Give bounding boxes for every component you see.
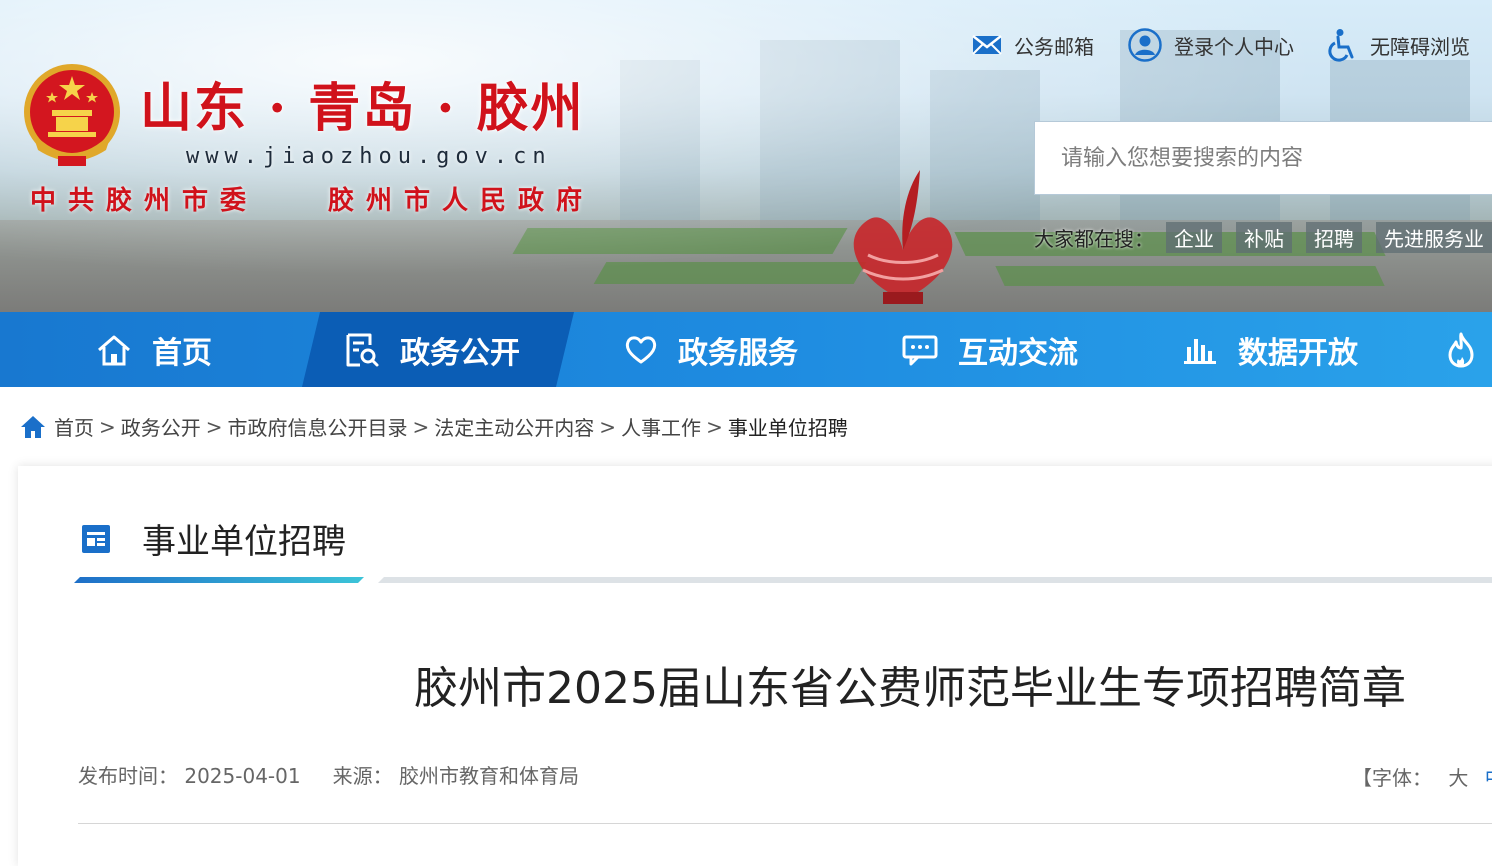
breadcrumb-government-affairs[interactable]: 政务公开 [121,412,201,441]
publish-date: 2025-04-01 [184,764,301,788]
hot-search-tag[interactable]: 企业 [1166,222,1222,253]
source-info: 来源： 胶州市教育和体育局 [333,760,579,789]
breadcrumb-current[interactable]: 事业单位招聘 [728,412,848,441]
home-icon [21,415,45,438]
breadcrumb-info-catalog[interactable]: 市政府信息公开目录 [228,412,408,441]
source-value: 胶州市教育和体育局 [398,764,579,788]
nav-item-label: 政务服务 [678,335,798,371]
accessibility-link[interactable]: 无障碍浏览 [1328,28,1470,62]
nav-item-label: 政务公开 [400,335,520,371]
breadcrumb-separator: > [99,414,116,439]
breadcrumb-separator: > [599,414,617,439]
section-list-icon [82,525,110,553]
article-title: 胶州市2025届山东省公费师范毕业生专项招聘简章 [414,663,1406,714]
accessibility-icon [1328,29,1354,62]
breadcrumb-separator: > [706,414,723,439]
section-title: 事业单位招聘 [142,522,346,562]
section-underline [378,577,1492,583]
government-name: 胶州市人民政府 [328,186,595,216]
hot-search: 大家都在搜： 企业 补贴 招聘 先进服务业 [1034,222,1492,253]
search-box [1034,121,1492,195]
font-size-large[interactable]: 大 [1448,766,1468,790]
hot-search-tag[interactable]: 招聘 [1306,222,1362,253]
main-nav: 首页 政务公开 政务服务 互动交流 数据开放 [0,312,1492,387]
hot-search-label: 大家都在搜： [1034,227,1154,251]
document-search-icon [346,333,379,366]
source-label: 来源： [332,764,393,788]
home-icon [98,335,130,365]
publish-info: 发布时间： 2025-04-01 [78,760,301,789]
top-links: 公务邮箱 登录个人中心 无障碍浏览 [972,28,1470,62]
hot-search-tag[interactable]: 补贴 [1236,222,1292,253]
red-sculpture-icon [853,170,953,304]
nav-item-home[interactable]: 首页 [96,312,212,387]
login-personal-center-link[interactable]: 登录个人中心 [1128,28,1294,62]
content-card: 事业单位招聘 胶州市2025届山东省公费师范毕业生专项招聘简章 发布时间： 20… [18,466,1492,866]
official-mailbox-link[interactable]: 公务邮箱 [972,28,1094,62]
nav-item-government-affairs[interactable]: 政务公开 [344,312,520,387]
search-input[interactable] [1035,122,1492,194]
user-icon [1128,28,1162,62]
site-url: www.jiaozhou.gov.cn [186,144,552,169]
accessibility-label: 无障碍浏览 [1370,34,1470,59]
nav-item-label: 数据开放 [1238,335,1358,371]
nav-item-label: 首页 [152,335,212,371]
header-banner: 山东 · 青岛 · 胶州 www.jiaozhou.gov.cn 中共胶州市委 … [0,0,1492,312]
breadcrumb-separator: > [205,414,223,439]
hot-search-tag[interactable]: 先进服务业 [1376,222,1492,253]
party-committee-name: 中共胶州市委 [30,186,259,216]
official-mailbox-label: 公务邮箱 [1014,34,1094,59]
article-meta: 发布时间： 2025-04-01 来源： 胶州市教育和体育局 [78,760,579,789]
nav-item-government-services[interactable]: 政务服务 [624,312,798,387]
breadcrumb-personnel[interactable]: 人事工作 [621,412,701,441]
breadcrumb-separator: > [412,414,430,439]
national-emblem-icon [24,64,120,166]
heart-icon [625,335,657,363]
bar-chart-icon [1184,338,1216,364]
chat-icon [902,335,938,365]
mail-icon [972,35,1002,55]
font-size-label: 【字体： [1352,766,1432,790]
publish-label: 发布时间： [78,764,178,788]
breadcrumb: 首页 > 政务公开 > 市政府信息公开目录 > 法定主动公开内容 > 人事工作 … [20,412,848,441]
nav-item-open-data[interactable]: 数据开放 [1182,312,1358,387]
nav-item-interaction[interactable]: 互动交流 [902,312,1078,387]
nav-item-label: 互动交流 [958,335,1078,371]
section-underline-active [74,577,364,583]
font-size-switcher: 【字体： 大 中 [1352,762,1492,791]
flame-icon [1448,332,1474,367]
breadcrumb-statutory-content[interactable]: 法定主动公开内容 [434,412,594,441]
site-logo-title: 山东 · 青岛 · 胶州 [140,78,585,139]
login-personal-center-label: 登录个人中心 [1174,34,1294,59]
breadcrumb-home[interactable]: 首页 [54,412,94,441]
nav-item-hot[interactable] [1444,312,1478,387]
meta-divider [78,823,1492,824]
font-size-medium[interactable]: 中 [1485,766,1492,790]
